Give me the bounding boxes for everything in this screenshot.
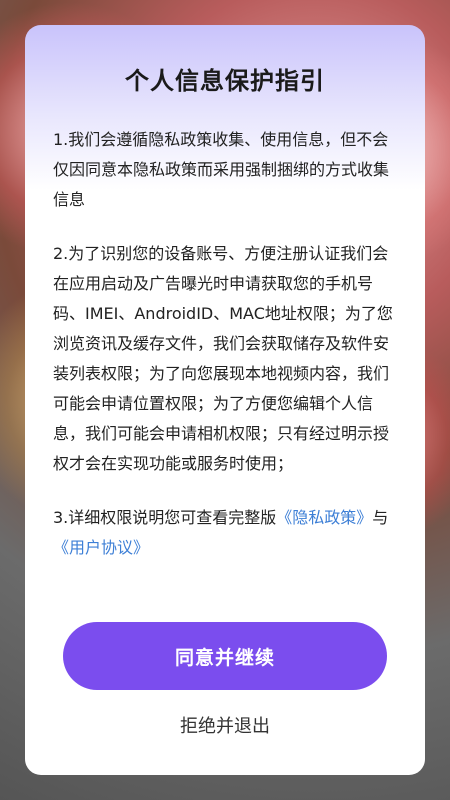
agree-continue-button[interactable]: 同意并继续 [63, 622, 387, 690]
privacy-paragraph-2: 2.为了识别您的设备账号、方便注册认证我们会在应用启动及广告曝光时申请获取您的手… [53, 244, 393, 473]
paragraph-3-text: 3.详细权限说明您可查看完整版 [53, 508, 277, 527]
user-agreement-link[interactable]: 《用户协议》 [53, 538, 149, 557]
app-screen: 个人信息保护指引 1.我们会遵循隐私政策收集、使用信息，但不会仅因同意本隐私政策… [0, 0, 450, 800]
privacy-dialog: 个人信息保护指引 1.我们会遵循隐私政策收集、使用信息，但不会仅因同意本隐私政策… [25, 25, 425, 775]
privacy-policy-link[interactable]: 《隐私政策》 [276, 508, 372, 527]
paragraph-3-connector: 与 [372, 508, 389, 527]
privacy-paragraph-1: 1.我们会遵循隐私政策收集、使用信息，但不会仅因同意本隐私政策而采用强制捆绑的方… [53, 130, 390, 209]
reject-exit-button[interactable]: 拒绝并退出 [125, 707, 325, 743]
privacy-paragraph-3: 3.详细权限说明您可查看完整版《隐私政策》与《用户协议》 [53, 503, 397, 563]
dialog-title: 个人信息保护指引 [125, 67, 325, 95]
